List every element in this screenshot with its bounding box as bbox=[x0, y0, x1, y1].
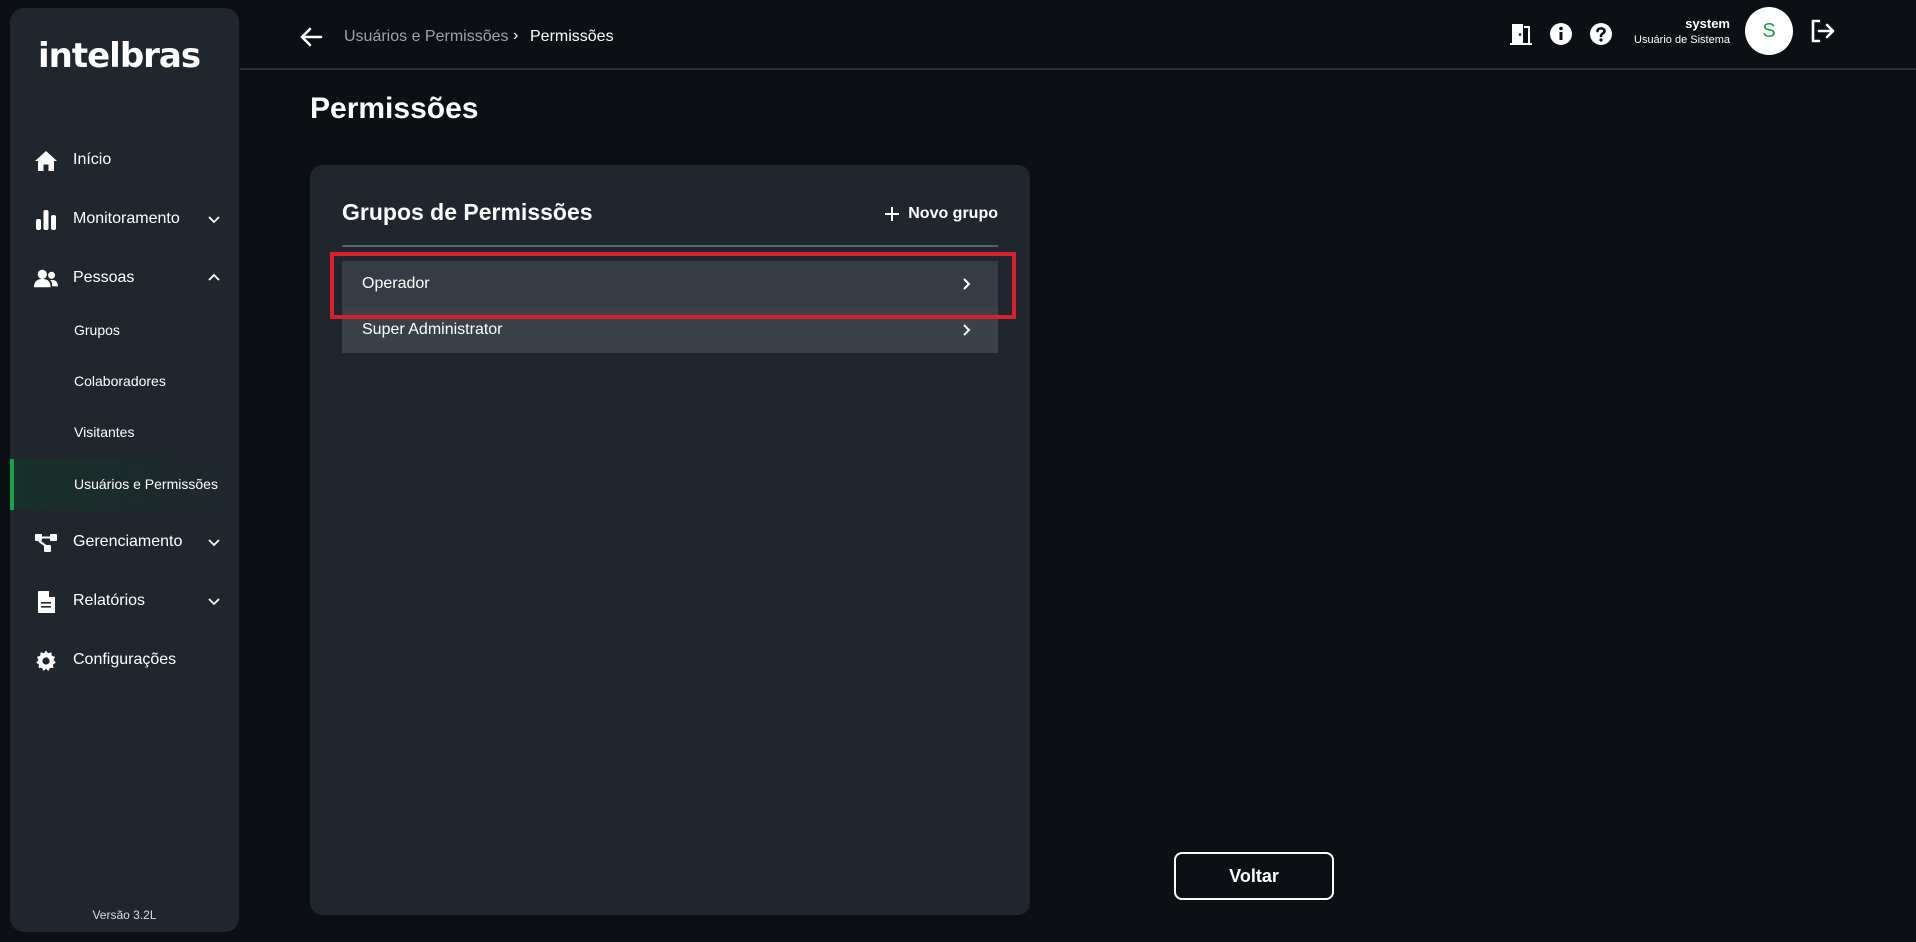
chevron-right-icon bbox=[963, 324, 971, 336]
sidebar-item-label: Relatórios bbox=[73, 592, 146, 609]
chevron-right-icon bbox=[963, 278, 971, 290]
people-icon bbox=[34, 267, 58, 291]
version-label: Versão 3.2L bbox=[92, 908, 157, 922]
chevron-down-icon bbox=[208, 216, 220, 224]
logout-icon[interactable] bbox=[1808, 17, 1836, 45]
user-role: Usuário de Sistema bbox=[1634, 34, 1730, 46]
sidebar-item-label: Pessoas bbox=[73, 269, 135, 286]
group-row-super-administrator[interactable]: Super Administrator bbox=[342, 307, 998, 353]
gear-icon bbox=[34, 649, 58, 673]
help-icon[interactable] bbox=[1588, 21, 1614, 47]
user-name: system bbox=[1685, 16, 1730, 31]
home-icon bbox=[34, 149, 58, 173]
sidebar-subitem-label: Visitantes bbox=[74, 424, 135, 440]
sidebar: intelbras Início Monitoramento Pessoas G… bbox=[10, 8, 239, 932]
panel-title: Grupos de Permissões bbox=[342, 199, 593, 225]
page-title: Permissões bbox=[310, 92, 479, 125]
chevron-down-icon bbox=[208, 539, 220, 547]
new-group-button[interactable]: Novo grupo bbox=[884, 203, 998, 225]
plus-icon bbox=[885, 207, 900, 221]
sidebar-subitem-grupos[interactable]: Grupos bbox=[10, 306, 239, 354]
sidebar-item-relatorios[interactable]: Relatórios bbox=[10, 578, 239, 624]
intelbras-logo: intelbras bbox=[38, 36, 201, 76]
panel-divider bbox=[342, 245, 998, 247]
group-row-operador[interactable]: Operador bbox=[342, 261, 998, 307]
sidebar-item-inicio[interactable]: Início bbox=[10, 137, 239, 183]
sidebar-item-label: Início bbox=[73, 151, 112, 168]
sidebar-item-monitoramento[interactable]: Monitoramento bbox=[10, 196, 239, 242]
sidebar-item-pessoas[interactable]: Pessoas bbox=[10, 255, 239, 301]
top-bar: Usuários e Permissões › Permissões syste… bbox=[240, 0, 1916, 70]
document-icon bbox=[34, 590, 58, 614]
door-exit-icon[interactable] bbox=[1508, 21, 1534, 47]
breadcrumb-parent[interactable]: Usuários e Permissões bbox=[344, 28, 509, 46]
sidebar-subitem-visitantes[interactable]: Visitantes bbox=[10, 408, 239, 456]
sidebar-subitem-colaboradores[interactable]: Colaboradores bbox=[10, 357, 239, 405]
sidebar-subitem-usuarios-permissoes[interactable]: Usuários e Permissões bbox=[10, 459, 239, 510]
network-icon bbox=[34, 531, 58, 555]
back-arrow-icon[interactable] bbox=[298, 24, 324, 50]
sidebar-item-label: Monitoramento bbox=[73, 210, 180, 227]
group-label: Super Administrator bbox=[362, 321, 503, 338]
chevron-up-icon bbox=[208, 273, 220, 281]
info-icon[interactable] bbox=[1548, 21, 1574, 47]
avatar[interactable]: S bbox=[1745, 7, 1793, 55]
breadcrumb-current: Permissões bbox=[530, 28, 614, 45]
breadcrumb-separator: › bbox=[513, 27, 519, 44]
sidebar-item-configuracoes[interactable]: Configurações bbox=[10, 637, 239, 683]
sidebar-subitem-label: Grupos bbox=[74, 322, 120, 338]
bar-chart-icon bbox=[34, 208, 58, 232]
back-button[interactable]: Voltar bbox=[1174, 852, 1334, 900]
sidebar-subitem-label: Usuários e Permissões bbox=[74, 476, 218, 492]
group-label: Operador bbox=[362, 275, 430, 292]
permission-groups-panel: Grupos de Permissões Novo grupo Operador… bbox=[310, 165, 1030, 915]
sidebar-item-label: Gerenciamento bbox=[73, 533, 183, 550]
sidebar-subitem-label: Colaboradores bbox=[74, 373, 166, 389]
sidebar-item-gerenciamento[interactable]: Gerenciamento bbox=[10, 519, 239, 565]
new-group-label: Novo grupo bbox=[908, 205, 998, 222]
sidebar-item-label: Configurações bbox=[73, 651, 177, 668]
chevron-down-icon bbox=[208, 598, 220, 606]
